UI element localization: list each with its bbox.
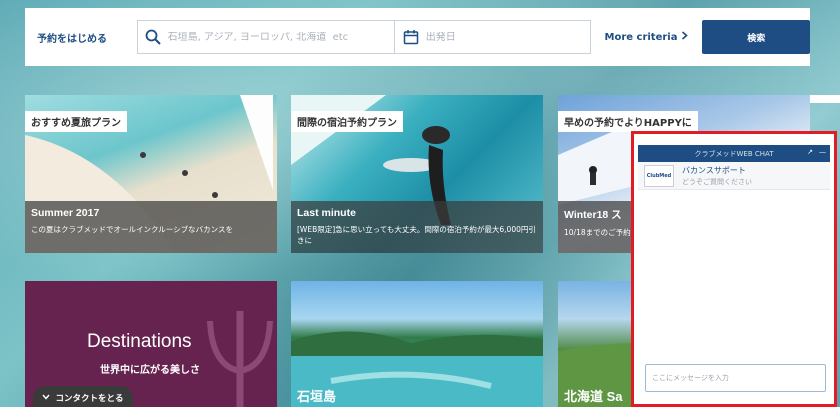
- chevron-right-icon: [681, 31, 689, 43]
- search-button[interactable]: 検索: [702, 20, 810, 54]
- more-criteria-link[interactable]: More criteria: [605, 31, 689, 43]
- destinations-subtitle: 世界中に広がる美しさ: [100, 365, 200, 376]
- web-chat-widget: クラブメッドWEB CHAT ↗ — ClubMed バカンスサポート どうぞご…: [631, 131, 837, 407]
- card-edge: [810, 95, 840, 103]
- card-text: [WEB限定]急に思い立っても大丈夫。間際の宿泊予約が最大6,000円引きに: [297, 225, 536, 245]
- search-bar-label: 予約をはじめる: [37, 33, 107, 45]
- card-title: Last minute: [297, 207, 356, 219]
- destination-field[interactable]: [136, 20, 396, 54]
- more-criteria-label: More criteria: [604, 31, 678, 43]
- card-text: この夏はクラブメッドでオールインクルーシブなバカンスを: [31, 225, 233, 234]
- date-field[interactable]: [395, 20, 591, 54]
- agent-text: バカンスサポート どうぞご質問ください: [674, 165, 752, 187]
- card-tag: おすすめ夏旅プラン: [25, 111, 127, 132]
- card-summer-2017[interactable]: おすすめ夏旅プラン Summer 2017 この夏はクラブメッドでオールインクル…: [25, 95, 277, 253]
- card-tag: 間際の宿泊予約プラン: [291, 111, 403, 132]
- booking-search-bar: 予約をはじめる More criteria 検索: [25, 8, 810, 66]
- card-ishigaki[interactable]: 石垣島: [291, 281, 543, 407]
- agent-name: バカンスサポート: [682, 165, 746, 175]
- card-title: Summer 2017: [31, 207, 100, 219]
- destinations-title: Destinations: [87, 331, 192, 352]
- departure-date-input[interactable]: [425, 31, 590, 43]
- agent-status: どうぞご質問ください: [682, 177, 752, 186]
- card-caption: Summer 2017 この夏はクラブメッドでオールインクルーシブなバカンスを: [25, 201, 277, 253]
- contact-button[interactable]: コンタクトをとる: [33, 386, 133, 407]
- calendar-icon: [395, 29, 425, 45]
- destination-input[interactable]: [167, 31, 395, 43]
- card-title: 石垣島: [297, 389, 337, 404]
- chevron-down-icon: [42, 393, 51, 403]
- chat-title: クラブメッドWEB CHAT: [694, 149, 774, 158]
- card-caption: Last minute [WEB限定]急に思い立っても大丈夫。間際の宿泊予約が最…: [291, 201, 543, 253]
- minimize-icon[interactable]: —: [819, 148, 826, 156]
- club-med-trident-icon: [207, 311, 273, 407]
- chat-message-input[interactable]: [645, 364, 826, 392]
- search-icon: [138, 29, 168, 45]
- card-title: 北海道 Sa: [564, 389, 623, 404]
- popout-icon[interactable]: ↗: [807, 148, 813, 156]
- chat-actions: ↗ —: [807, 148, 826, 156]
- chat-agent-info: ClubMed バカンスサポート どうぞご質問ください: [638, 162, 830, 190]
- contact-button-label: コンタクトをとる: [55, 394, 124, 404]
- chat-header: クラブメッドWEB CHAT ↗ —: [638, 145, 830, 162]
- card-tag: 早めの予約でよりHAPPYに: [558, 111, 698, 132]
- agent-avatar: ClubMed: [644, 164, 674, 187]
- card-last-minute[interactable]: 間際の宿泊予約プラン Last minute [WEB限定]急に思い立っても大丈…: [291, 95, 543, 253]
